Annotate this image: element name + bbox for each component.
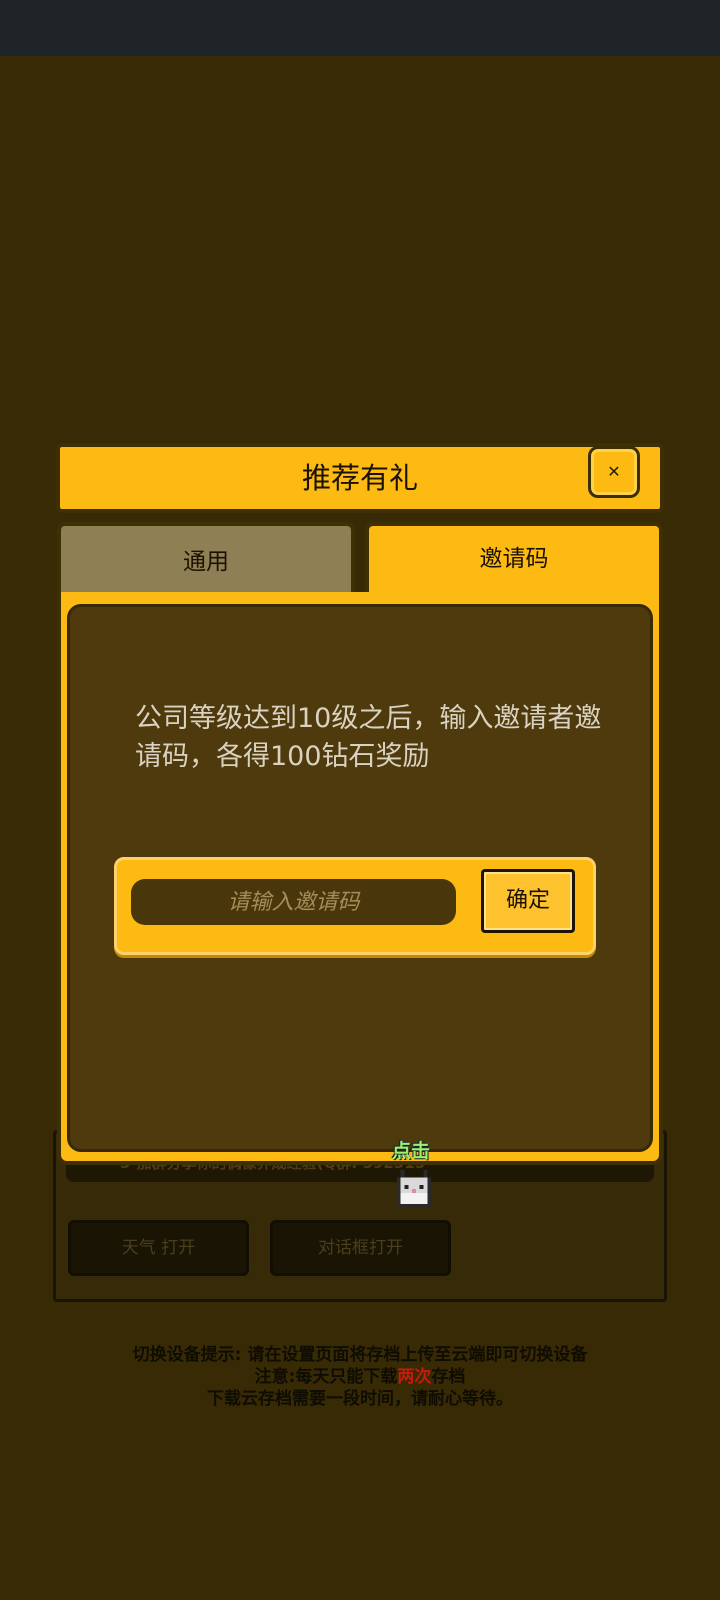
dialog-toggle-button[interactable]: 对话框打开 — [270, 1220, 451, 1276]
device-switch-tips: 切换设备提示: 请在设置页面将存档上传至云端即可切换设备 注意:每天只能下载两次… — [0, 1344, 720, 1410]
close-icon: ✕ — [607, 462, 621, 481]
tip-line-2: 注意:每天只能下载两次存档 — [0, 1366, 720, 1388]
tip-line-2-suffix: 存档 — [431, 1367, 466, 1387]
invite-description: 公司等级达到10级之后，输入邀请者邀请码，各得100钻石奖励 — [135, 703, 602, 772]
tip-line-1: 切换设备提示: 请在设置页面将存档上传至云端即可切换设备 — [132, 1345, 588, 1365]
tip-line-2-prefix: 注意:每天只能下载 — [254, 1367, 398, 1387]
tap-hint-label: 点击 — [392, 1140, 431, 1162]
modal-header: 推荐有礼 — [56, 443, 664, 513]
confirm-button[interactable]: 确定 — [481, 869, 575, 933]
cat-mascot-icon[interactable] — [396, 1170, 432, 1208]
modal-title: 推荐有礼 — [301, 461, 418, 495]
invite-code-input[interactable] — [131, 879, 456, 925]
tip-line-2-highlight: 两次 — [397, 1367, 432, 1387]
weather-toggle-button[interactable]: 天气 打开 — [68, 1220, 249, 1276]
close-button[interactable]: ✕ — [588, 446, 640, 498]
status-bar — [0, 0, 720, 56]
tab-general[interactable]: 通用 — [57, 522, 355, 592]
tip-line-3: 下载云存档需要一段时间，请耐心等待。 — [207, 1389, 513, 1409]
tab-invite-code[interactable]: 邀请码 — [365, 522, 663, 596]
